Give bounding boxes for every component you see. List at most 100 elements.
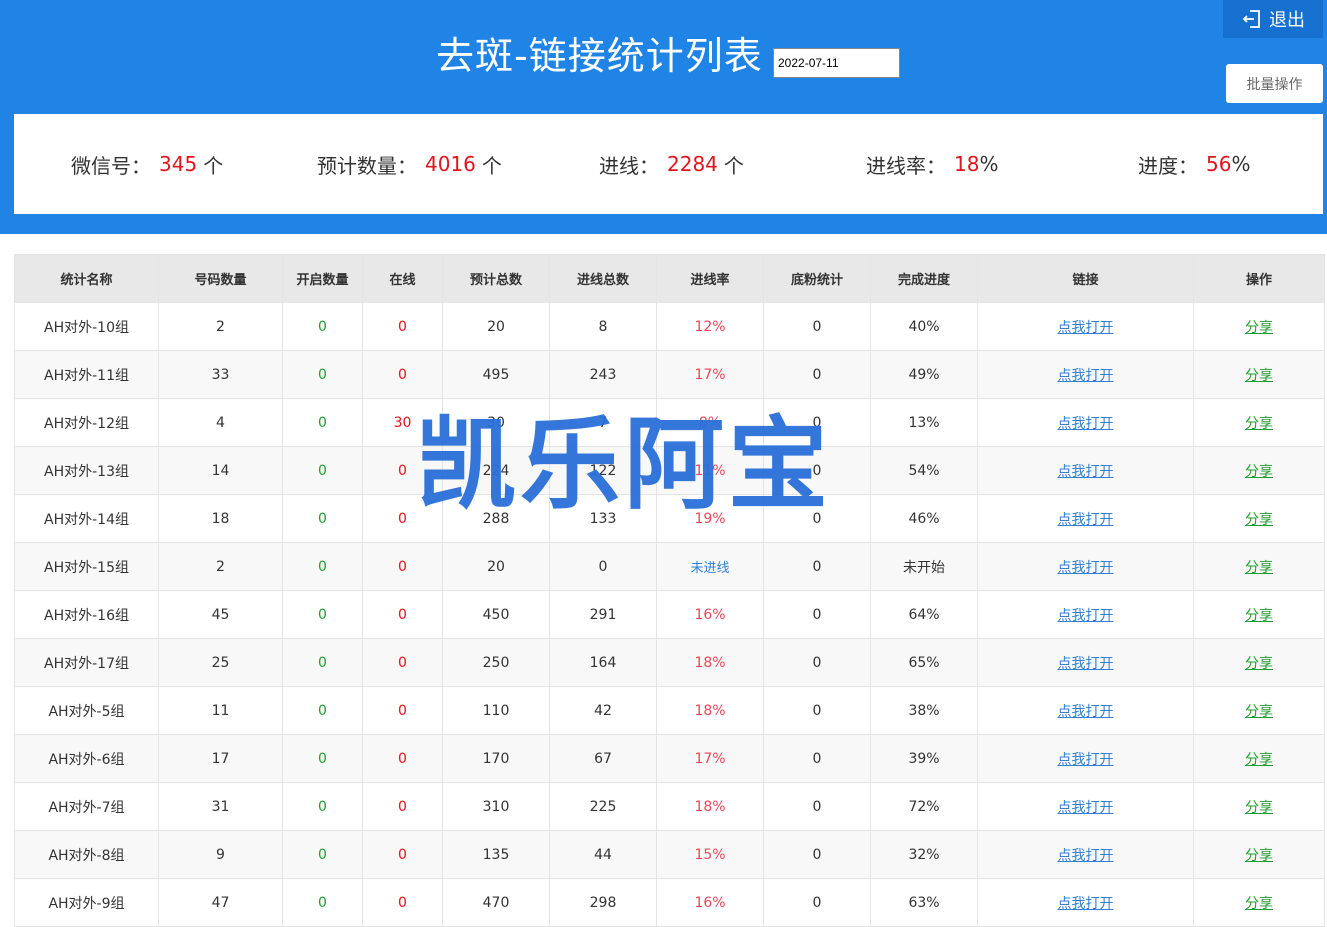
cell-name: AH对外-10组: [44, 319, 129, 336]
stat-joined-label: 进线：: [599, 153, 659, 178]
cell-name-cell: AH对外-10组: [14, 302, 159, 351]
cell-expected: 20: [487, 558, 505, 575]
cell-enabled-cell: 0: [282, 398, 363, 447]
share-link[interactable]: 分享: [1245, 752, 1273, 768]
cell-count: 4: [216, 414, 225, 431]
open-link[interactable]: 点我打开: [1058, 368, 1114, 384]
cell-online-cell: 0: [362, 302, 443, 351]
cell-base: 0: [812, 366, 822, 383]
cell-base: 0: [812, 606, 822, 623]
cell-rate: 16%: [694, 894, 726, 911]
share-link[interactable]: 分享: [1245, 368, 1273, 384]
batch-operation-button[interactable]: 批量操作: [1226, 64, 1323, 103]
open-link[interactable]: 点我打开: [1058, 704, 1114, 720]
share-link[interactable]: 分享: [1245, 560, 1273, 576]
cell-enabled-cell: 0: [282, 590, 363, 639]
cell-joined-cell: 298: [549, 878, 657, 927]
cell-name-cell: AH对外-8组: [14, 830, 159, 879]
open-link[interactable]: 点我打开: [1058, 416, 1114, 432]
share-link[interactable]: 分享: [1245, 848, 1273, 864]
cell-online-cell: 0: [362, 734, 443, 783]
cell-name-cell: AH对外-5组: [14, 686, 159, 735]
cell-online-cell: 0: [362, 878, 443, 927]
cell-count-cell: 33: [158, 350, 283, 399]
cell-online-cell: 0: [362, 542, 443, 591]
cell-base: 0: [812, 750, 822, 767]
cell-base-cell: 0: [763, 638, 871, 687]
open-link[interactable]: 点我打开: [1058, 896, 1114, 912]
share-link[interactable]: 分享: [1245, 656, 1273, 672]
cell-online-cell: 0: [362, 350, 443, 399]
cell-base-cell: 0: [763, 542, 871, 591]
stat-expected-value: 4016: [425, 152, 476, 176]
cell-count: 31: [211, 798, 230, 815]
open-link[interactable]: 点我打开: [1058, 464, 1114, 480]
cell-name: AH对外-14组: [44, 511, 129, 528]
open-link[interactable]: 点我打开: [1058, 848, 1114, 864]
cell-rate-cell: 16%: [656, 878, 764, 927]
cell-joined: 44: [594, 846, 612, 863]
cell-online: 0: [398, 894, 407, 911]
cell-enabled: 0: [318, 798, 327, 815]
cell-count: 17: [211, 750, 230, 767]
stat-rate: 进线率： 18 %: [866, 114, 998, 214]
cell-online: 0: [398, 798, 407, 815]
cell-online: 0: [398, 702, 407, 719]
cell-joined-cell: 225: [549, 782, 657, 831]
cell-joined-cell: 44: [549, 830, 657, 879]
cell-base: 0: [812, 702, 822, 719]
stat-wechat-label: 微信号：: [71, 153, 151, 178]
cell-name-cell: AH对外-17组: [14, 638, 159, 687]
share-link-cell: 分享: [1193, 782, 1325, 831]
stats-table-container: 统计名称 号码数量 开启数量 在线 预计总数 进线总数 进线率 底粉统计 完成进度 链接 操作 AH…: [14, 254, 1325, 927]
open-link[interactable]: 点我打开: [1058, 656, 1114, 672]
share-link[interactable]: 分享: [1245, 608, 1273, 624]
logout-button[interactable]: 退出: [1223, 0, 1323, 38]
open-link[interactable]: 点我打开: [1058, 608, 1114, 624]
cell-expected-cell: 110: [442, 686, 550, 735]
open-link[interactable]: 点我打开: [1058, 560, 1114, 576]
cell-progress: 72%: [908, 798, 940, 815]
cell-expected-cell: 135: [442, 830, 550, 879]
table-row: AH对外-9组 47 0 0 470 298 16% 0 63% 点我打开 分享: [14, 878, 1325, 927]
cell-enabled-cell: 0: [282, 302, 363, 351]
cell-online: 0: [398, 462, 407, 479]
share-link[interactable]: 分享: [1245, 704, 1273, 720]
open-link-cell: 点我打开: [977, 542, 1194, 591]
column-header: 链接: [977, 254, 1194, 303]
cell-progress-cell: 49%: [870, 350, 978, 399]
open-link[interactable]: 点我打开: [1058, 800, 1114, 816]
share-link[interactable]: 分享: [1245, 416, 1273, 432]
open-link[interactable]: 点我打开: [1058, 320, 1114, 336]
share-link-cell: 分享: [1193, 878, 1325, 927]
cell-joined: 291: [589, 606, 617, 623]
cell-rate-cell: 11%: [656, 446, 764, 495]
share-link[interactable]: 分享: [1245, 896, 1273, 912]
share-link[interactable]: 分享: [1245, 800, 1273, 816]
cell-count-cell: 9: [158, 830, 283, 879]
cell-progress-cell: 32%: [870, 830, 978, 879]
cell-expected: 310: [482, 798, 510, 815]
open-link[interactable]: 点我打开: [1058, 512, 1114, 528]
cell-expected: 450: [482, 606, 510, 623]
cell-expected-cell: 30: [442, 398, 550, 447]
share-link[interactable]: 分享: [1245, 464, 1273, 480]
cell-base-cell: 0: [763, 878, 871, 927]
date-input[interactable]: [773, 48, 900, 78]
cell-progress: 63%: [908, 894, 940, 911]
share-link[interactable]: 分享: [1245, 512, 1273, 528]
share-link[interactable]: 分享: [1245, 320, 1273, 336]
share-link-cell: 分享: [1193, 590, 1325, 639]
cell-name-cell: AH对外-6组: [14, 734, 159, 783]
cell-rate: 18%: [694, 702, 726, 719]
cell-joined: 122: [589, 462, 617, 479]
cell-rate: 19%: [694, 510, 726, 527]
cell-count: 11: [211, 702, 230, 719]
cell-name: AH对外-13组: [44, 463, 129, 480]
cell-progress-cell: 65%: [870, 638, 978, 687]
table-row: AH对外-12组 4 0 30 30 7 8% 0 13% 点我打开 分享: [14, 398, 1325, 447]
cell-name: AH对外-6组: [48, 751, 125, 768]
cell-count-cell: 14: [158, 446, 283, 495]
open-link[interactable]: 点我打开: [1058, 752, 1114, 768]
cell-count-cell: 18: [158, 494, 283, 543]
